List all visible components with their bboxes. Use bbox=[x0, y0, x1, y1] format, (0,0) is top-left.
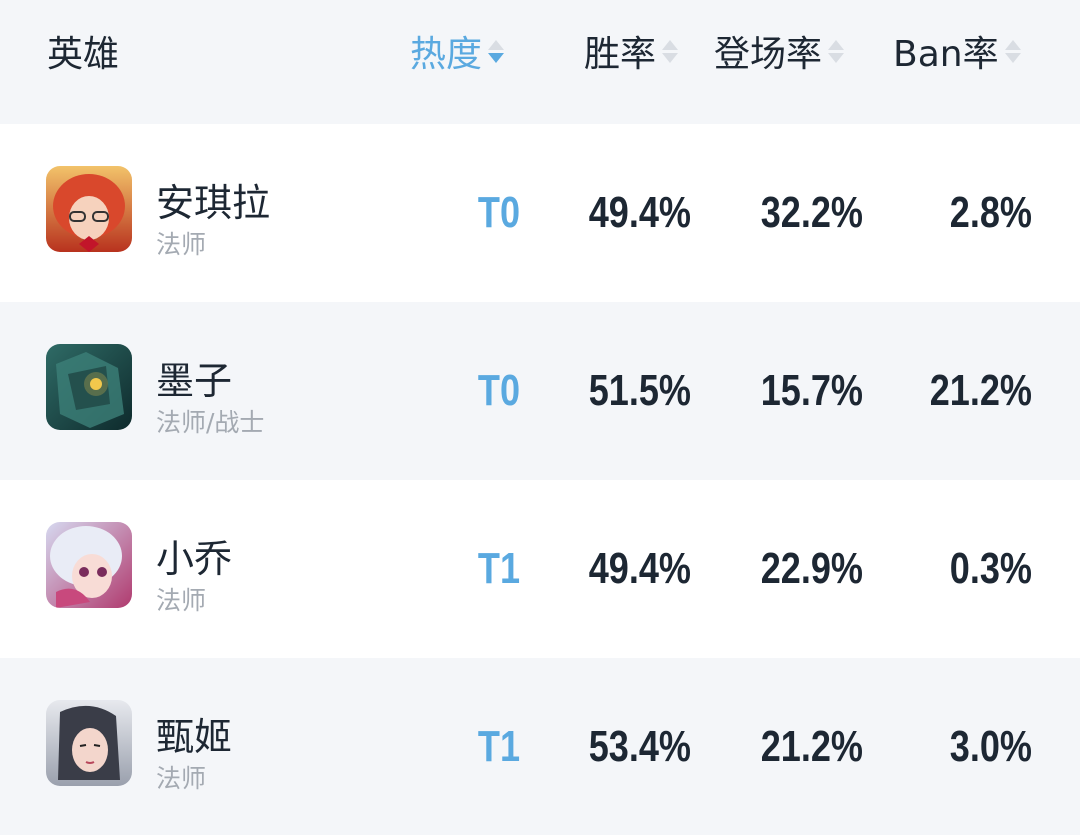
pick-rate-value: 22.9% bbox=[760, 544, 863, 593]
ban-rate-value: 3.0% bbox=[949, 722, 1032, 771]
column-header-pick-rate-label: 登场率 bbox=[714, 34, 823, 75]
win-rate-value: 53.4% bbox=[588, 722, 691, 771]
column-header-ban-rate-label: Ban率 bbox=[893, 34, 999, 75]
heat-tier: T1 bbox=[477, 722, 521, 771]
column-header-heat[interactable]: 热度 bbox=[410, 26, 505, 76]
heat-tier: T0 bbox=[477, 366, 521, 415]
hero-role: 法师 bbox=[156, 586, 207, 615]
column-header-hero: 英雄 bbox=[47, 26, 119, 76]
hero-name: 甄姬 bbox=[156, 715, 233, 759]
column-header-pick-rate[interactable]: 登场率 bbox=[714, 26, 845, 76]
table-header: 英雄 热度 胜率 登场率 Ban率 bbox=[0, 0, 1080, 124]
column-header-win-rate[interactable]: 胜率 bbox=[584, 26, 679, 76]
hero-name: 安琪拉 bbox=[156, 181, 271, 225]
heat-tier: T0 bbox=[477, 188, 521, 237]
pick-rate-value: 32.2% bbox=[760, 188, 863, 237]
table-row[interactable]: 墨子 法师/战士 T0 51.5% 15.7% 21.2% bbox=[0, 302, 1080, 480]
column-header-hero-label: 英雄 bbox=[47, 34, 120, 75]
win-rate-value: 51.5% bbox=[588, 366, 691, 415]
table-row[interactable]: 安琪拉 法师 T0 49.4% 32.2% 2.8% bbox=[0, 124, 1080, 302]
sort-icon bbox=[828, 31, 845, 71]
hero-name: 墨子 bbox=[156, 359, 233, 403]
table-row[interactable]: 小乔 法师 T1 49.4% 22.9% 0.3% bbox=[0, 480, 1080, 658]
column-header-win-rate-label: 胜率 bbox=[584, 34, 657, 75]
hero-name: 小乔 bbox=[156, 537, 233, 581]
pick-rate-value: 21.2% bbox=[760, 722, 863, 771]
column-header-ban-rate[interactable]: Ban率 bbox=[893, 26, 1021, 76]
sort-icon bbox=[662, 31, 679, 71]
hero-avatar-icon bbox=[46, 522, 132, 608]
win-rate-value: 49.4% bbox=[588, 544, 691, 593]
hero-avatar-icon bbox=[46, 344, 132, 430]
table-row[interactable]: 甄姬 法师 T1 53.4% 21.2% 3.0% bbox=[0, 658, 1080, 835]
heat-tier: T1 bbox=[477, 544, 521, 593]
hero-avatar-icon bbox=[46, 166, 132, 252]
hero-avatar-icon bbox=[46, 700, 132, 786]
ban-rate-value: 0.3% bbox=[949, 544, 1032, 593]
pick-rate-value: 15.7% bbox=[760, 366, 863, 415]
ban-rate-value: 2.8% bbox=[949, 188, 1032, 237]
hero-ranking-table: 英雄 热度 胜率 登场率 Ban率 安琪拉 法师 T0 49.4% 32.2% … bbox=[0, 0, 1080, 835]
sort-icon bbox=[1004, 31, 1021, 71]
hero-role: 法师/战士 bbox=[156, 408, 265, 437]
ban-rate-value: 21.2% bbox=[929, 366, 1032, 415]
hero-role: 法师 bbox=[156, 764, 207, 793]
win-rate-value: 49.4% bbox=[588, 188, 691, 237]
sort-icon bbox=[488, 31, 505, 71]
hero-role: 法师 bbox=[156, 230, 207, 259]
column-header-heat-label: 热度 bbox=[410, 34, 483, 75]
